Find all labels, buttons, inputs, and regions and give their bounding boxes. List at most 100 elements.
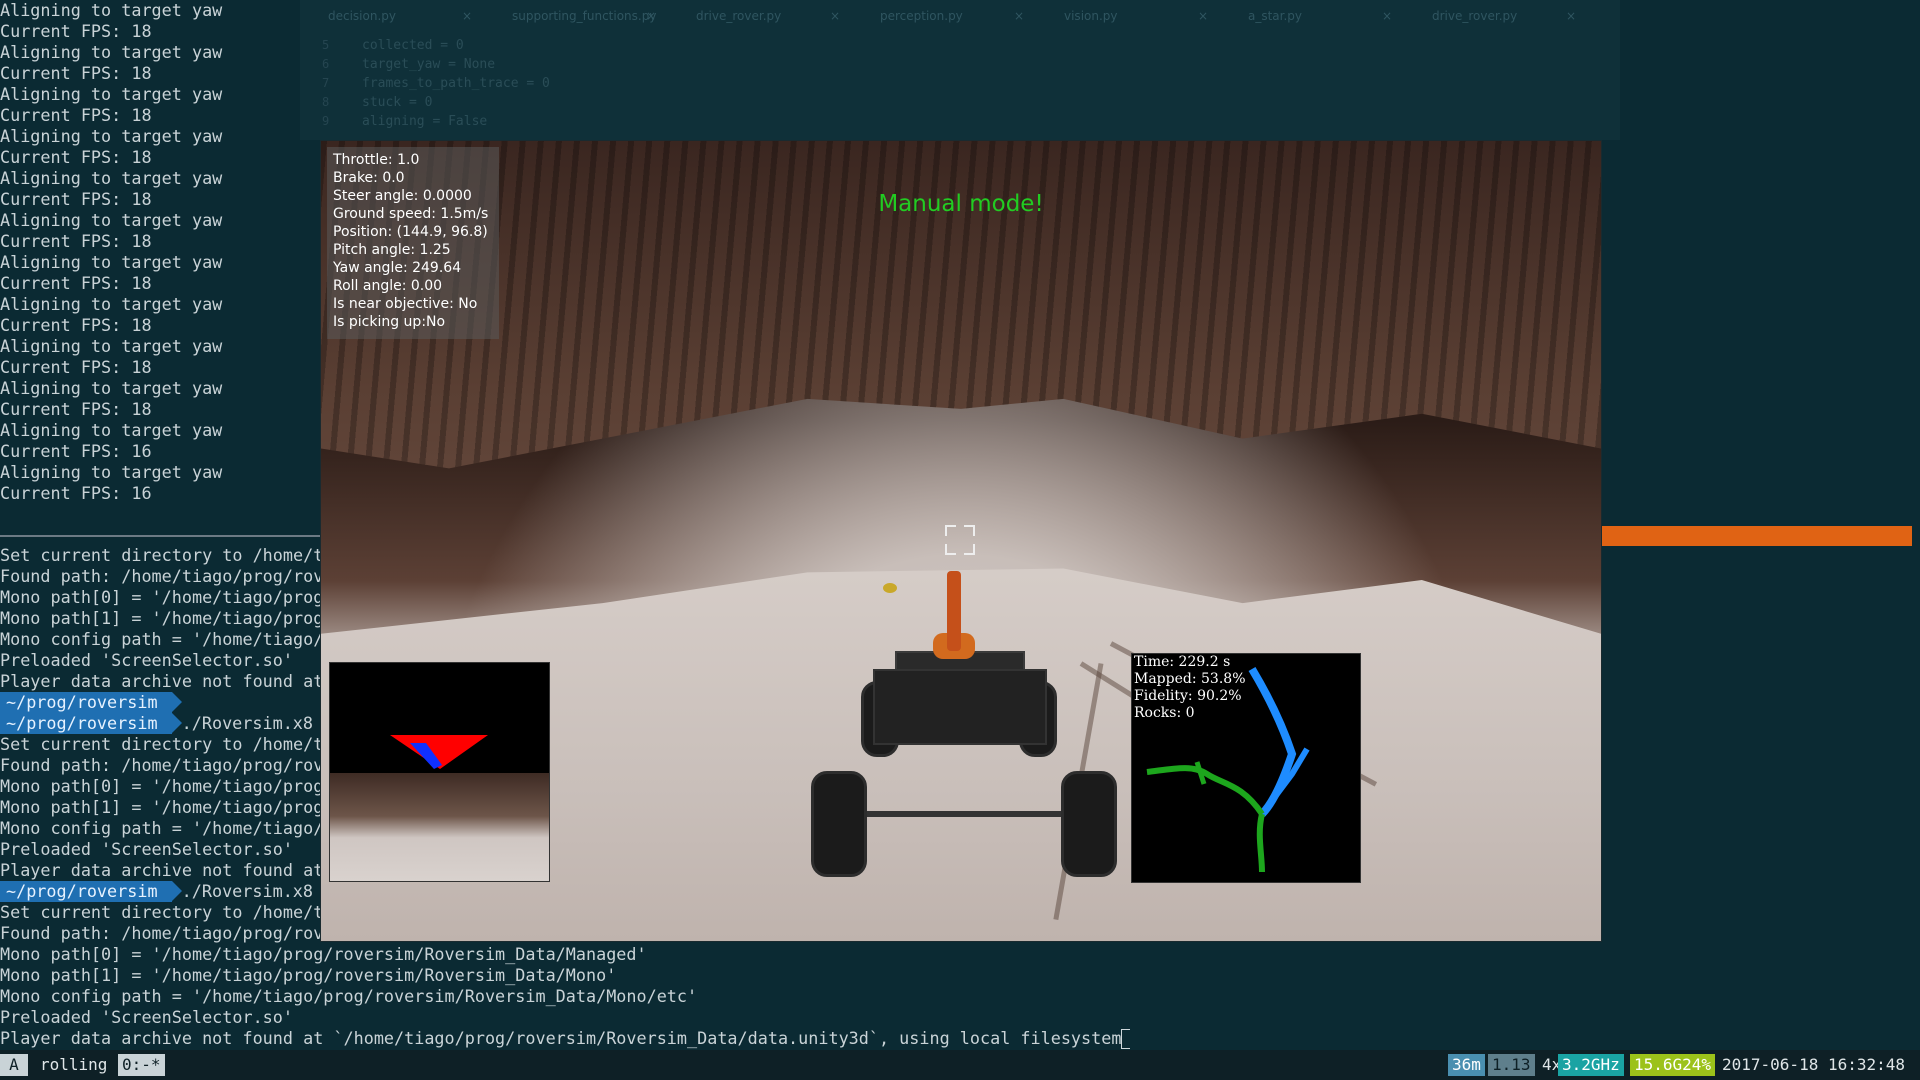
- terminal-line: Current FPS: 18: [0, 273, 152, 293]
- editor-tab-label: perception.py: [880, 9, 963, 23]
- close-icon[interactable]: ×: [1566, 0, 1576, 32]
- terminal-line: Aligning to target yaw: [0, 168, 223, 188]
- terminal-line: Current FPS: 18: [0, 105, 152, 125]
- terminal-line: Current FPS: 16: [0, 483, 152, 503]
- editor-tab-label: vision.py: [1064, 9, 1118, 23]
- mode-indicator: Manual mode!: [878, 191, 1044, 217]
- terminal-text: Mono path[1] = '/home/tiago/prog: [0, 608, 324, 628]
- hud-position: Position: (144.9, 96.8): [333, 224, 488, 240]
- shell-prompt: ~/prog/roversim: [0, 881, 182, 902]
- terminal-line: Aligning to target yaw: [0, 294, 223, 314]
- world-map-inset: Time: 229.2 s Mapped: 53.8% Fidelity: 90…: [1131, 653, 1361, 883]
- map-time: Time: 229.2 s: [1134, 654, 1231, 670]
- editor-tab-label: decision.py: [328, 9, 396, 23]
- terminal-line: Current FPS: 18: [0, 189, 152, 209]
- terminal-text: Mono config path = '/home/tiago/: [0, 629, 324, 649]
- session-name[interactable]: rolling: [36, 1054, 111, 1076]
- terminal-line: Aligning to target yaw: [0, 42, 223, 62]
- terminal-text: Player data archive not found at: [0, 671, 324, 691]
- terminal-text: Mono path[1] = '/home/tiago/prog/roversi…: [0, 965, 617, 985]
- editor-tab-label: supporting_functions.py: [512, 9, 657, 23]
- terminal-line: Preloaded 'ScreenSelector.so': [0, 1007, 1130, 1028]
- status-bar: A rolling 0:-* 36m 1.13 4x 3.2GHz 15.6G2…: [0, 1050, 1920, 1080]
- terminal-cursor: [1121, 1029, 1130, 1049]
- terminal-text: Set current directory to /home/t: [0, 545, 324, 565]
- close-icon[interactable]: ×: [1198, 0, 1208, 32]
- hud-roll-angle: Roll angle: 0.00: [333, 278, 443, 294]
- terminal-line: Current FPS: 18: [0, 147, 152, 167]
- terminal-line: Aligning to target yaw: [0, 336, 223, 356]
- datetime: 2017-06-18 16:32:48: [1722, 1055, 1906, 1074]
- shell-prompt: ~/prog/roversim: [0, 713, 182, 734]
- pane-divider[interactable]: [0, 535, 320, 537]
- terminal-line: Mono path[1] = '/home/tiago/prog/roversi…: [0, 965, 1130, 986]
- terminal-text: Preloaded 'ScreenSelector.so': [0, 839, 293, 859]
- terminal-text: Found path: /home/tiago/prog/rov: [0, 923, 324, 943]
- telemetry-hud: Throttle: 1.0 Brake: 0.0 Steer angle: 0.…: [327, 147, 499, 339]
- terminal-text: Mono path[0] = '/home/tiago/prog: [0, 776, 324, 796]
- cpu-frequency: 3.2GHz: [1558, 1054, 1624, 1076]
- close-icon[interactable]: ×: [646, 0, 656, 32]
- hud-near-objective: Is near objective: No: [333, 296, 478, 312]
- orange-window-bar[interactable]: [1602, 526, 1912, 546]
- line-number: 7: [322, 76, 330, 90]
- hud-pitch-angle: Pitch angle: 1.25: [333, 242, 451, 258]
- wheel-front-right: [1061, 771, 1117, 877]
- close-icon[interactable]: ×: [830, 0, 840, 32]
- editor-code: collected = 0 target_yaw = None frames_to_…: [300, 32, 1620, 131]
- warped-camera-inset: [329, 662, 550, 882]
- editor-tab[interactable]: vision.py ×: [1036, 0, 1220, 32]
- editor-tab-label: a_star.py: [1248, 9, 1303, 23]
- hud-throttle: Throttle: 1.0: [333, 152, 420, 168]
- terminal-line: Aligning to target yaw: [0, 0, 223, 20]
- terminal-text: ./Roversim.x8: [171, 713, 314, 733]
- terminal-text: Found path: /home/tiago/prog/rov: [0, 566, 324, 586]
- code-line: stuck = 0: [362, 95, 433, 110]
- code-line: aligning = False: [362, 114, 488, 129]
- memory-usage: 15.6G24%: [1630, 1054, 1716, 1076]
- rover-camera-view: [330, 773, 549, 881]
- rover-model: [811, 571, 1121, 877]
- terminal-line: Aligning to target yaw: [0, 126, 223, 146]
- editor-tab[interactable]: a_star.py ×: [1220, 0, 1404, 32]
- terminal-top-pane[interactable]: Aligning to target yaw Current FPS: 18 Ali…: [0, 0, 320, 530]
- hud-yaw-angle: Yaw angle: 249.64: [333, 260, 462, 276]
- code-line: frames_to_path_trace = 0: [362, 76, 550, 91]
- terminal-text: Mono path[1] = '/home/tiago/prog: [0, 797, 324, 817]
- hud-brake: Brake: 0.0: [333, 170, 405, 186]
- close-icon[interactable]: ×: [1382, 0, 1392, 32]
- load-badge: 1.13: [1488, 1054, 1535, 1076]
- terminal-line: Mono path[0] = '/home/tiago/prog/roversi…: [0, 944, 1130, 965]
- terminal-text: Found path: /home/tiago/prog/rov: [0, 755, 324, 775]
- terminal-text: Preloaded 'ScreenSelector.so': [0, 1007, 293, 1027]
- close-icon[interactable]: ×: [462, 0, 472, 32]
- terminal-text: Mono config path = '/home/tiago/prog/rov…: [0, 986, 698, 1006]
- line-number: 6: [322, 57, 330, 71]
- window-tab[interactable]: 0:-*: [118, 1054, 165, 1076]
- editor-background: decision.py × supporting_functions.py × driv…: [300, 0, 1620, 140]
- editor-tab[interactable]: perception.py ×: [852, 0, 1036, 32]
- terminal-line: Current FPS: 18: [0, 231, 152, 251]
- line-number: 5: [322, 38, 330, 52]
- editor-tab[interactable]: supporting_functions.py ×: [484, 0, 668, 32]
- rover-simulator-window[interactable]: Throttle: 1.0 Brake: 0.0 Steer angle: 0.…: [320, 140, 1602, 942]
- terminal-text: Player data archive not found at `/home/…: [0, 1028, 1122, 1048]
- terminal-line: Aligning to target yaw: [0, 462, 223, 482]
- code-line: collected = 0: [362, 38, 464, 53]
- line-number: 9: [322, 114, 330, 128]
- editor-tab[interactable]: drive_rover.py ×: [1404, 0, 1588, 32]
- shell-prompt: ~/prog/roversim: [0, 692, 182, 713]
- terminal-line: Current FPS: 18: [0, 21, 152, 41]
- editor-gutter: 5 6 7 8 9: [322, 36, 329, 131]
- editor-tabs: decision.py × supporting_functions.py × driv…: [300, 0, 1620, 32]
- close-icon[interactable]: ×: [1014, 0, 1024, 32]
- terminal-line: Current FPS: 18: [0, 357, 152, 377]
- hud-picking-up: Is picking up:No: [333, 314, 446, 330]
- editor-tab[interactable]: decision.py ×: [300, 0, 484, 32]
- perspective-transform-view: [390, 735, 488, 769]
- rover-body: [873, 669, 1047, 745]
- map-stats: Time: 229.2 s Mapped: 53.8% Fidelity: 90…: [1134, 654, 1246, 722]
- terminal-line: Aligning to target yaw: [0, 378, 223, 398]
- wheel-front-left: [811, 771, 867, 877]
- editor-tab[interactable]: drive_rover.py ×: [668, 0, 852, 32]
